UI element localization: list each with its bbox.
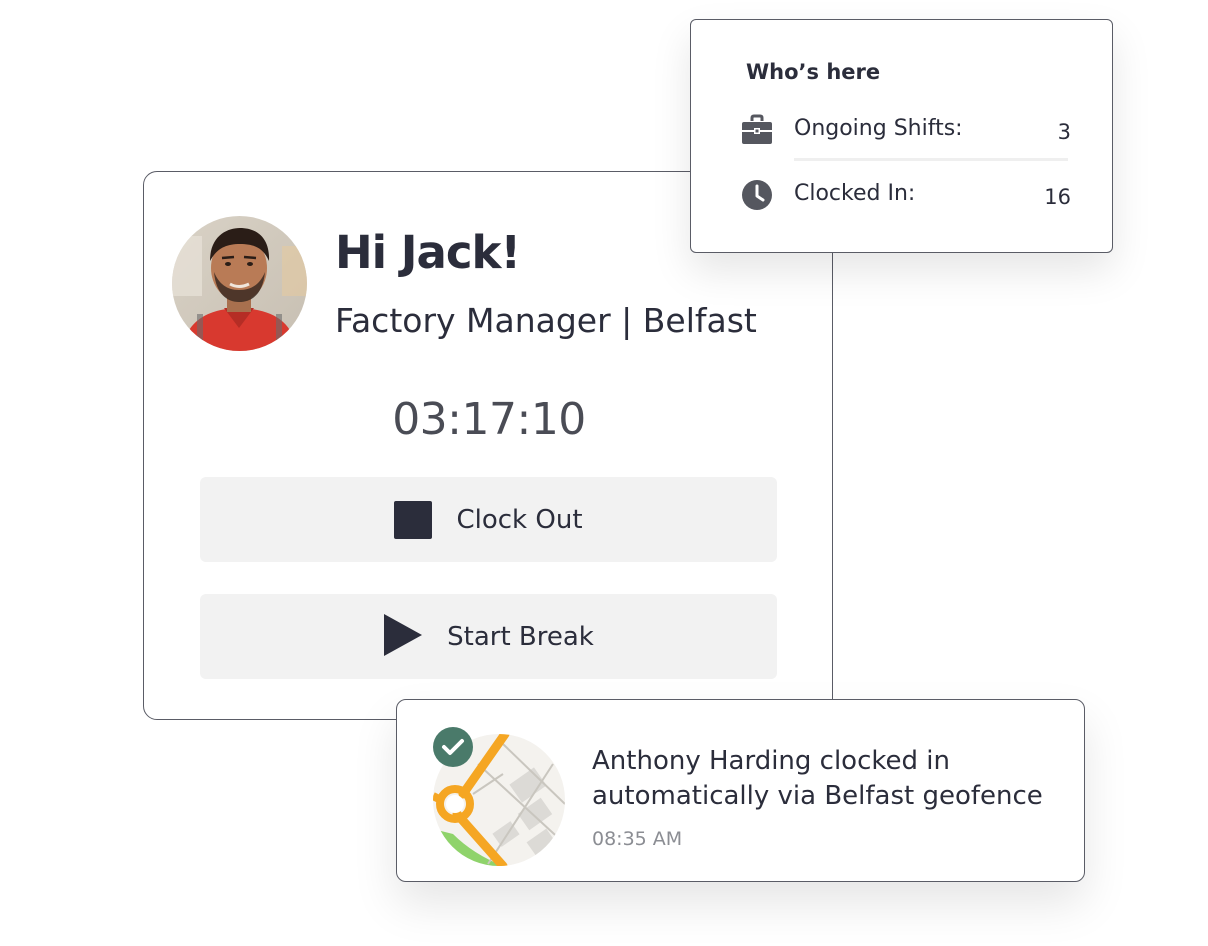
ongoing-shifts-label: Ongoing Shifts:	[794, 116, 963, 141]
play-icon	[383, 613, 423, 661]
clocked-in-label: Clocked In:	[794, 181, 916, 206]
avatar	[172, 216, 307, 351]
check-icon	[433, 727, 473, 767]
greeting-heading: Hi Jack!	[335, 226, 521, 279]
notification-timestamp: 08:35 AM	[592, 828, 683, 850]
start-break-label: Start Break	[447, 621, 594, 652]
clock-card: Hi Jack! Factory Manager | Belfast 03:17…	[143, 171, 833, 720]
whos-here-title: Who’s here	[746, 60, 881, 84]
role-location: Factory Manager | Belfast	[335, 301, 757, 340]
divider	[794, 158, 1068, 161]
clocked-in-row: Clocked In: 16	[741, 177, 1071, 217]
shift-timer: 03:17:10	[392, 394, 586, 445]
geofence-notification[interactable]: Anthony Harding clocked in automatically…	[396, 699, 1085, 882]
ongoing-shifts-row: Ongoing Shifts: 3	[741, 112, 1071, 152]
stop-icon	[394, 500, 433, 539]
clock-icon	[741, 179, 773, 215]
whos-here-card: Who’s here Ongoing Shifts: 3 Clocked In:…	[690, 19, 1113, 253]
start-break-button[interactable]: Start Break	[200, 594, 777, 679]
ongoing-shifts-value: 3	[1057, 120, 1071, 144]
clock-out-button[interactable]: Clock Out	[200, 477, 777, 562]
clock-out-label: Clock Out	[456, 504, 583, 535]
clocked-in-value: 16	[1044, 185, 1071, 209]
notification-message: Anthony Harding clocked in automatically…	[592, 746, 1043, 811]
briefcase-icon	[741, 114, 773, 150]
